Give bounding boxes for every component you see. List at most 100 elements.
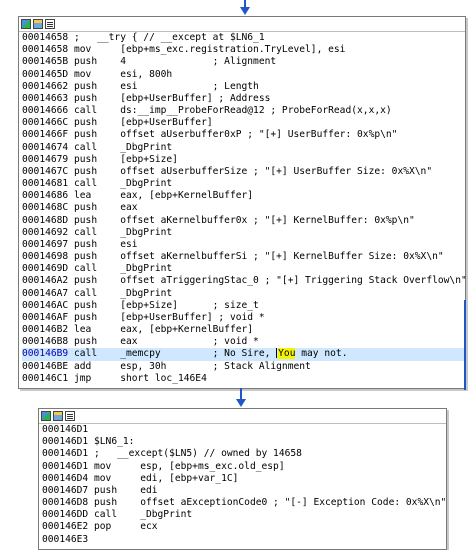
code-line[interactable]: 0001468D push offset aKernelbuffer0x ; "… xyxy=(22,215,465,227)
line-address: 000146D7 xyxy=(42,484,89,496)
line-address: 000146B8 xyxy=(22,336,69,348)
line-instruction: $LN6_1: xyxy=(88,436,135,448)
code-line[interactable]: 000146D8 push offset aExceptionCode0 ; "… xyxy=(42,497,446,509)
line-address: 0001466F xyxy=(22,129,69,141)
line-address: 0001465B xyxy=(22,56,69,68)
code-line[interactable]: 000146D1 xyxy=(42,424,446,436)
line-instruction: mov edi, [ebp+var_1C] xyxy=(88,472,239,484)
code-line[interactable]: 0001467C push offset aUserbufferSize ; "… xyxy=(22,166,465,178)
search-highlight: You xyxy=(278,348,296,360)
line-instruction: call _DbgPrint xyxy=(68,263,173,275)
line-instruction: call _DbgPrint xyxy=(68,178,173,190)
code-line[interactable]: 000146D1 mov esp, [ebp+ms_exc.old_esp] xyxy=(42,461,446,473)
code-line[interactable]: 0001468C push eax xyxy=(22,202,465,214)
code-line[interactable]: 000146D1 ; __except($LN5) // owned by 14… xyxy=(42,448,446,460)
code-line[interactable]: 00014658 mov [ebp+ms_exc.registration.Tr… xyxy=(22,44,465,56)
line-address: 00014681 xyxy=(22,178,69,190)
lower-code-block[interactable]: 000146D1 000146D1 $LN6_1: 000146D1 ; __exc… xyxy=(38,408,447,550)
line-address: 00014658 xyxy=(22,32,69,43)
text-view-icon[interactable] xyxy=(45,19,55,29)
line-address: 000146D1 xyxy=(42,460,89,472)
line-instruction: push [ebp+Size] xyxy=(68,153,178,165)
code-line[interactable]: 0001469D call _DbgPrint xyxy=(22,263,465,275)
code-line[interactable]: 000146BE add esp, 30h ; Stack Alignment xyxy=(22,361,465,373)
code-line[interactable]: 0001465D mov esi, 800h xyxy=(22,69,465,81)
code-line[interactable]: 0001466F push offset aUserbuffer0xP ; "[… xyxy=(22,129,465,141)
line-address: 0001465D xyxy=(22,68,69,80)
line-instruction: lea eax, [ebp+KernelBuffer] xyxy=(68,190,254,202)
line-instruction: lea eax, [ebp+KernelBuffer] xyxy=(68,324,254,336)
code-line[interactable]: 00014679 push [ebp+Size] xyxy=(22,154,465,166)
line-address: 000146D1 xyxy=(42,424,89,435)
line-address: 00014663 xyxy=(22,92,69,104)
line-address: 000146AF xyxy=(22,311,69,323)
line-instruction: push offset aKernelbuffer0x ; "[+] Kerne… xyxy=(68,214,415,226)
code-line[interactable]: 000146AF push [ebp+UserBuffer] ; void * xyxy=(22,312,465,324)
graph-icon[interactable] xyxy=(21,19,31,29)
line-instruction: push eax ; void * xyxy=(68,336,259,348)
line-address: 0001469D xyxy=(22,263,69,275)
line-comment-tail: may not. xyxy=(295,348,348,360)
line-address: 000146D1 xyxy=(42,448,89,460)
code-line[interactable]: 00014658 ; __try { // __except at $LN6_1 xyxy=(22,32,465,44)
line-address: 000146A7 xyxy=(22,287,69,299)
line-instruction: push 4 ; Alignment xyxy=(68,56,277,68)
line-instruction: call _memcpy ; No Sire, xyxy=(68,348,277,360)
code-line[interactable]: 00014697 push esi xyxy=(22,239,465,251)
line-instruction: push esi xyxy=(68,238,138,250)
line-address: 000146C1 xyxy=(22,372,69,384)
line-instruction: push offset aUserbufferSize ; "[+] UserB… xyxy=(68,165,433,177)
code-line[interactable]: 000146A7 call _DbgPrint xyxy=(22,288,465,300)
code-line[interactable]: 00014662 push esi ; Length xyxy=(22,81,465,93)
lower-block-rows: 000146D1 000146D1 $LN6_1: 000146D1 ; __exc… xyxy=(39,424,446,546)
line-instruction: push edi xyxy=(88,484,158,496)
code-line[interactable]: 000146B9 call _memcpy ; No Sire, You may… xyxy=(22,348,465,361)
text-view-icon[interactable] xyxy=(65,411,75,421)
line-address: 000146AC xyxy=(22,299,69,311)
code-line[interactable]: 00014674 call _DbgPrint xyxy=(22,142,465,154)
code-line[interactable]: 000146B2 lea eax, [ebp+KernelBuffer] xyxy=(22,324,465,336)
code-line[interactable]: 000146DD call _DbgPrint xyxy=(42,509,446,521)
code-line[interactable]: 00014686 lea eax, [ebp+KernelBuffer] xyxy=(22,190,465,202)
code-line[interactable]: 000146D7 push edi xyxy=(42,485,446,497)
code-line[interactable]: 000146E2 pop ecx xyxy=(42,521,446,533)
code-line[interactable]: 00014663 push [ebp+UserBuffer] ; Address xyxy=(22,93,465,105)
code-line[interactable]: 000146AC push [ebp+Size] ; size_t xyxy=(22,300,465,312)
line-instruction: push offset aUserbuffer0xP ; "[+] UserBu… xyxy=(68,129,398,141)
line-instruction: push eax xyxy=(68,202,138,214)
line-address: 00014698 xyxy=(22,251,69,263)
code-line[interactable]: 0001466C push [ebp+UserBuffer] xyxy=(22,117,465,129)
line-instruction: ; __try { // __except at $LN6_1 xyxy=(68,32,265,43)
code-line[interactable]: 00014698 push offset aKernelbufferSi ; "… xyxy=(22,251,465,263)
code-line[interactable]: 00014681 call _DbgPrint xyxy=(22,178,465,190)
code-line[interactable]: 0001465B push 4 ; Alignment xyxy=(22,56,465,68)
incoming-edge-arrow xyxy=(240,7,250,15)
upper-code-block[interactable]: 00014658 ; __try { // __except at $LN6_1… xyxy=(18,16,467,389)
line-instruction: mov [ebp+ms_exc.registration.TryLevel], … xyxy=(68,44,346,56)
line-address: 000146E2 xyxy=(42,521,89,533)
line-address: 00014662 xyxy=(22,80,69,92)
line-address: 000146D4 xyxy=(42,472,89,484)
line-instruction: push [ebp+UserBuffer] xyxy=(68,117,213,129)
code-line[interactable]: 00014666 call ds:__imp__ProbeForRead@12 … xyxy=(22,105,465,117)
code-line[interactable]: 000146D4 mov edi, [ebp+var_1C] xyxy=(42,473,446,485)
text-cursor xyxy=(276,348,278,359)
code-line[interactable]: 000146D1 $LN6_1: xyxy=(42,436,446,448)
code-line[interactable]: 000146A2 push offset aTriggeringStac_0 ;… xyxy=(22,275,467,287)
line-instruction: call _DbgPrint xyxy=(68,141,173,153)
line-address: 0001466C xyxy=(22,117,69,129)
line-instruction: pop ecx xyxy=(88,521,158,533)
line-address: 000146B2 xyxy=(22,324,69,336)
code-line[interactable]: 00014692 call _DbgPrint xyxy=(22,227,465,239)
code-line[interactable]: 000146C1 jmp short loc_146E4 xyxy=(22,373,465,385)
line-instruction: call _DbgPrint xyxy=(68,287,173,299)
line-address: 000146D8 xyxy=(42,497,89,509)
code-line[interactable]: 000146B8 push eax ; void * xyxy=(22,336,465,348)
line-address: 00014658 xyxy=(22,44,69,56)
line-address: 00014692 xyxy=(22,226,69,238)
graph-icon[interactable] xyxy=(41,411,51,421)
line-instruction: mov esp, [ebp+ms_exc.old_esp] xyxy=(88,460,285,472)
picture-icon[interactable] xyxy=(53,411,63,421)
picture-icon[interactable] xyxy=(33,19,43,29)
code-line[interactable]: 000146E3 xyxy=(42,534,446,546)
